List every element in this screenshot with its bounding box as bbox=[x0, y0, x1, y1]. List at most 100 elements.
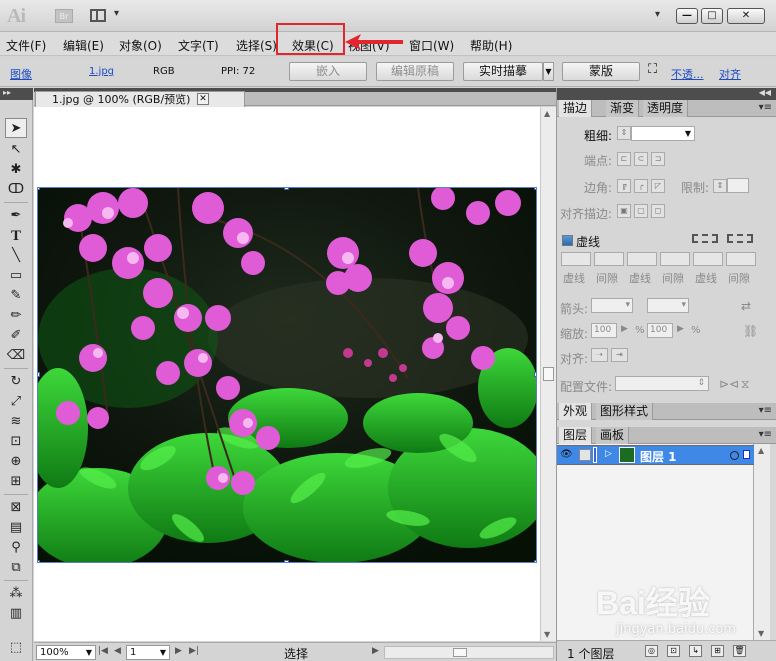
round-join-icon[interactable]: ╭ bbox=[634, 179, 648, 193]
bounding-handle[interactable] bbox=[38, 188, 40, 190]
horizontal-scrollbar[interactable] bbox=[384, 646, 554, 659]
limit-input[interactable] bbox=[727, 178, 749, 193]
bridge-button[interactable]: Br bbox=[55, 9, 73, 23]
blend-tool-icon[interactable]: ⧉ bbox=[5, 558, 27, 578]
bounding-handle[interactable] bbox=[534, 560, 536, 562]
scroll-thumb[interactable] bbox=[453, 648, 467, 657]
dash-input[interactable] bbox=[693, 252, 723, 266]
preserve-dash-icon[interactable] bbox=[692, 234, 718, 243]
align-link[interactable]: 对齐 bbox=[719, 66, 741, 82]
align-inside-icon[interactable]: ▢ bbox=[634, 204, 648, 218]
new-sublayer-icon[interactable]: ↳ bbox=[689, 645, 702, 657]
dock-grip[interactable]: ◀◀ bbox=[557, 88, 776, 100]
paintbrush-tool-icon[interactable]: ✎ bbox=[5, 286, 27, 306]
expand-triangle-icon[interactable]: ▷ bbox=[605, 449, 612, 459]
tab-appearance[interactable]: 外观 bbox=[559, 403, 593, 420]
first-page-icon[interactable]: |◀ bbox=[98, 646, 108, 656]
start-scale-input[interactable]: 100 bbox=[591, 323, 617, 338]
status-menu-icon[interactable]: ▶ bbox=[372, 646, 379, 656]
tools-panel-grip[interactable]: ▸▸ bbox=[0, 88, 33, 100]
bounding-handle[interactable] bbox=[284, 188, 289, 190]
limit-stepper[interactable]: ⇕ bbox=[713, 179, 727, 193]
profile-select[interactable]: ⇕ bbox=[615, 376, 709, 391]
tab-artboards[interactable]: 画板 bbox=[596, 427, 630, 444]
mesh-tool-icon[interactable]: ⊠ bbox=[5, 498, 27, 518]
column-graph-tool-icon[interactable]: ▥ bbox=[5, 604, 27, 624]
vertical-scrollbar[interactable]: ▲ ▼ bbox=[540, 107, 556, 641]
lasso-tool-icon[interactable]: ↀ bbox=[5, 180, 27, 200]
bounding-handle[interactable] bbox=[534, 372, 536, 377]
layers-scrollbar[interactable]: ▲ ▼ bbox=[754, 444, 770, 640]
tab-transparency[interactable]: 透明度 bbox=[643, 100, 689, 117]
page-select[interactable]: 1 ▼ bbox=[126, 645, 170, 660]
workspace-switcher[interactable]: ▾ bbox=[655, 9, 660, 20]
maximize-button[interactable]: □ bbox=[701, 8, 723, 24]
scale-arrow-icon[interactable]: ▶ bbox=[677, 324, 684, 334]
align-dash-icon[interactable] bbox=[727, 234, 753, 243]
pencil-tool-icon[interactable]: ✏ bbox=[5, 306, 27, 326]
bounding-handle[interactable] bbox=[38, 372, 40, 377]
end-arrow-select[interactable]: ▾ bbox=[647, 298, 689, 313]
tab-graphic-styles[interactable]: 图形样式 bbox=[596, 403, 654, 420]
menu-window[interactable]: 窗口(W) bbox=[409, 37, 454, 54]
panel-menu-icon[interactable]: ▾≡ bbox=[759, 102, 772, 113]
live-trace-button[interactable]: 实时描摹 bbox=[463, 62, 543, 81]
lock-toggle[interactable] bbox=[579, 449, 591, 461]
document-tab[interactable]: 1.jpg @ 100% (RGB/预览) bbox=[35, 91, 245, 108]
end-scale-input[interactable]: 100 bbox=[647, 323, 673, 338]
menu-select[interactable]: 选择(S) bbox=[236, 37, 277, 54]
bounding-handle[interactable] bbox=[284, 560, 289, 562]
zoom-select[interactable]: 100% ▼ bbox=[36, 645, 96, 660]
dash-input[interactable] bbox=[561, 252, 591, 266]
arrow-tip-at-end-icon[interactable]: ⇥ bbox=[611, 348, 628, 362]
scale-tool-icon[interactable]: ⤢ bbox=[5, 392, 27, 412]
align-outside-icon[interactable]: ◻ bbox=[651, 204, 665, 218]
gap-input[interactable] bbox=[660, 252, 690, 266]
round-cap-icon[interactable]: ⊂ bbox=[634, 152, 648, 166]
align-center-icon[interactable]: ▣ bbox=[617, 204, 631, 218]
target-circle-icon[interactable] bbox=[730, 451, 739, 460]
menu-file[interactable]: 文件(F) bbox=[6, 37, 46, 54]
free-transform-tool-icon[interactable]: ⊡ bbox=[5, 432, 27, 452]
bevel-join-icon[interactable]: ◸ bbox=[651, 179, 665, 193]
visibility-eye-icon[interactable]: 👁 bbox=[560, 449, 573, 460]
minimize-button[interactable]: — bbox=[676, 8, 698, 24]
last-page-icon[interactable]: ▶| bbox=[189, 646, 199, 656]
miter-join-icon[interactable]: ╔ bbox=[617, 179, 631, 193]
placed-image[interactable] bbox=[37, 187, 537, 563]
delete-layer-icon[interactable]: 🗑 bbox=[733, 645, 746, 657]
pen-tool-icon[interactable]: ✒ bbox=[5, 206, 27, 226]
arrow-tip-beyond-icon[interactable]: ➝ bbox=[591, 348, 608, 362]
selection-tool-icon[interactable]: ➤ bbox=[5, 118, 27, 138]
arrange-documents-button[interactable]: ▾ bbox=[90, 8, 124, 24]
menu-edit[interactable]: 编辑(E) bbox=[63, 37, 104, 54]
scale-arrow-icon[interactable]: ▶ bbox=[621, 324, 628, 334]
close-document-icon[interactable]: ✕ bbox=[197, 93, 209, 105]
warp-tool-icon[interactable]: ≋ bbox=[5, 412, 27, 432]
tab-layers[interactable]: 图层 bbox=[559, 427, 593, 444]
type-tool-icon[interactable]: T bbox=[5, 226, 27, 246]
line-tool-icon[interactable]: ╲ bbox=[5, 246, 27, 266]
opacity-link[interactable]: 不透... bbox=[671, 66, 704, 82]
weight-select[interactable]: ▼ bbox=[631, 126, 695, 141]
layer-row[interactable]: 👁 ▷ 图层 1 bbox=[557, 445, 754, 465]
symbol-sprayer-tool-icon[interactable]: ⁂ bbox=[5, 584, 27, 604]
panel-menu-icon[interactable]: ▾≡ bbox=[759, 405, 772, 416]
gap-input[interactable] bbox=[594, 252, 624, 266]
bounding-handle[interactable] bbox=[38, 560, 40, 562]
next-page-icon[interactable]: ▶ bbox=[175, 646, 182, 656]
square-cap-icon[interactable]: ⊐ bbox=[651, 152, 665, 166]
scroll-thumb[interactable] bbox=[543, 367, 554, 381]
flip-axis-icon[interactable]: ⊳⊲ bbox=[719, 377, 739, 391]
tab-stroke[interactable]: 描边 bbox=[559, 100, 593, 117]
mask-button[interactable]: 蒙版 bbox=[562, 62, 640, 81]
gradient-tool-icon[interactable]: ▤ bbox=[5, 518, 27, 538]
close-button[interactable]: ✕ bbox=[727, 8, 765, 24]
eraser-tool-icon[interactable]: ⌫ bbox=[5, 346, 27, 366]
dashed-line-checkbox[interactable] bbox=[562, 235, 573, 246]
magic-wand-tool-icon[interactable]: ✱ bbox=[5, 160, 27, 180]
clipping-mask-icon[interactable]: ⊡ bbox=[667, 645, 680, 657]
rectangle-tool-icon[interactable]: ▭ bbox=[5, 266, 27, 286]
panel-menu-icon[interactable]: ▾≡ bbox=[759, 429, 772, 440]
start-arrow-select[interactable]: ▾ bbox=[591, 298, 633, 313]
